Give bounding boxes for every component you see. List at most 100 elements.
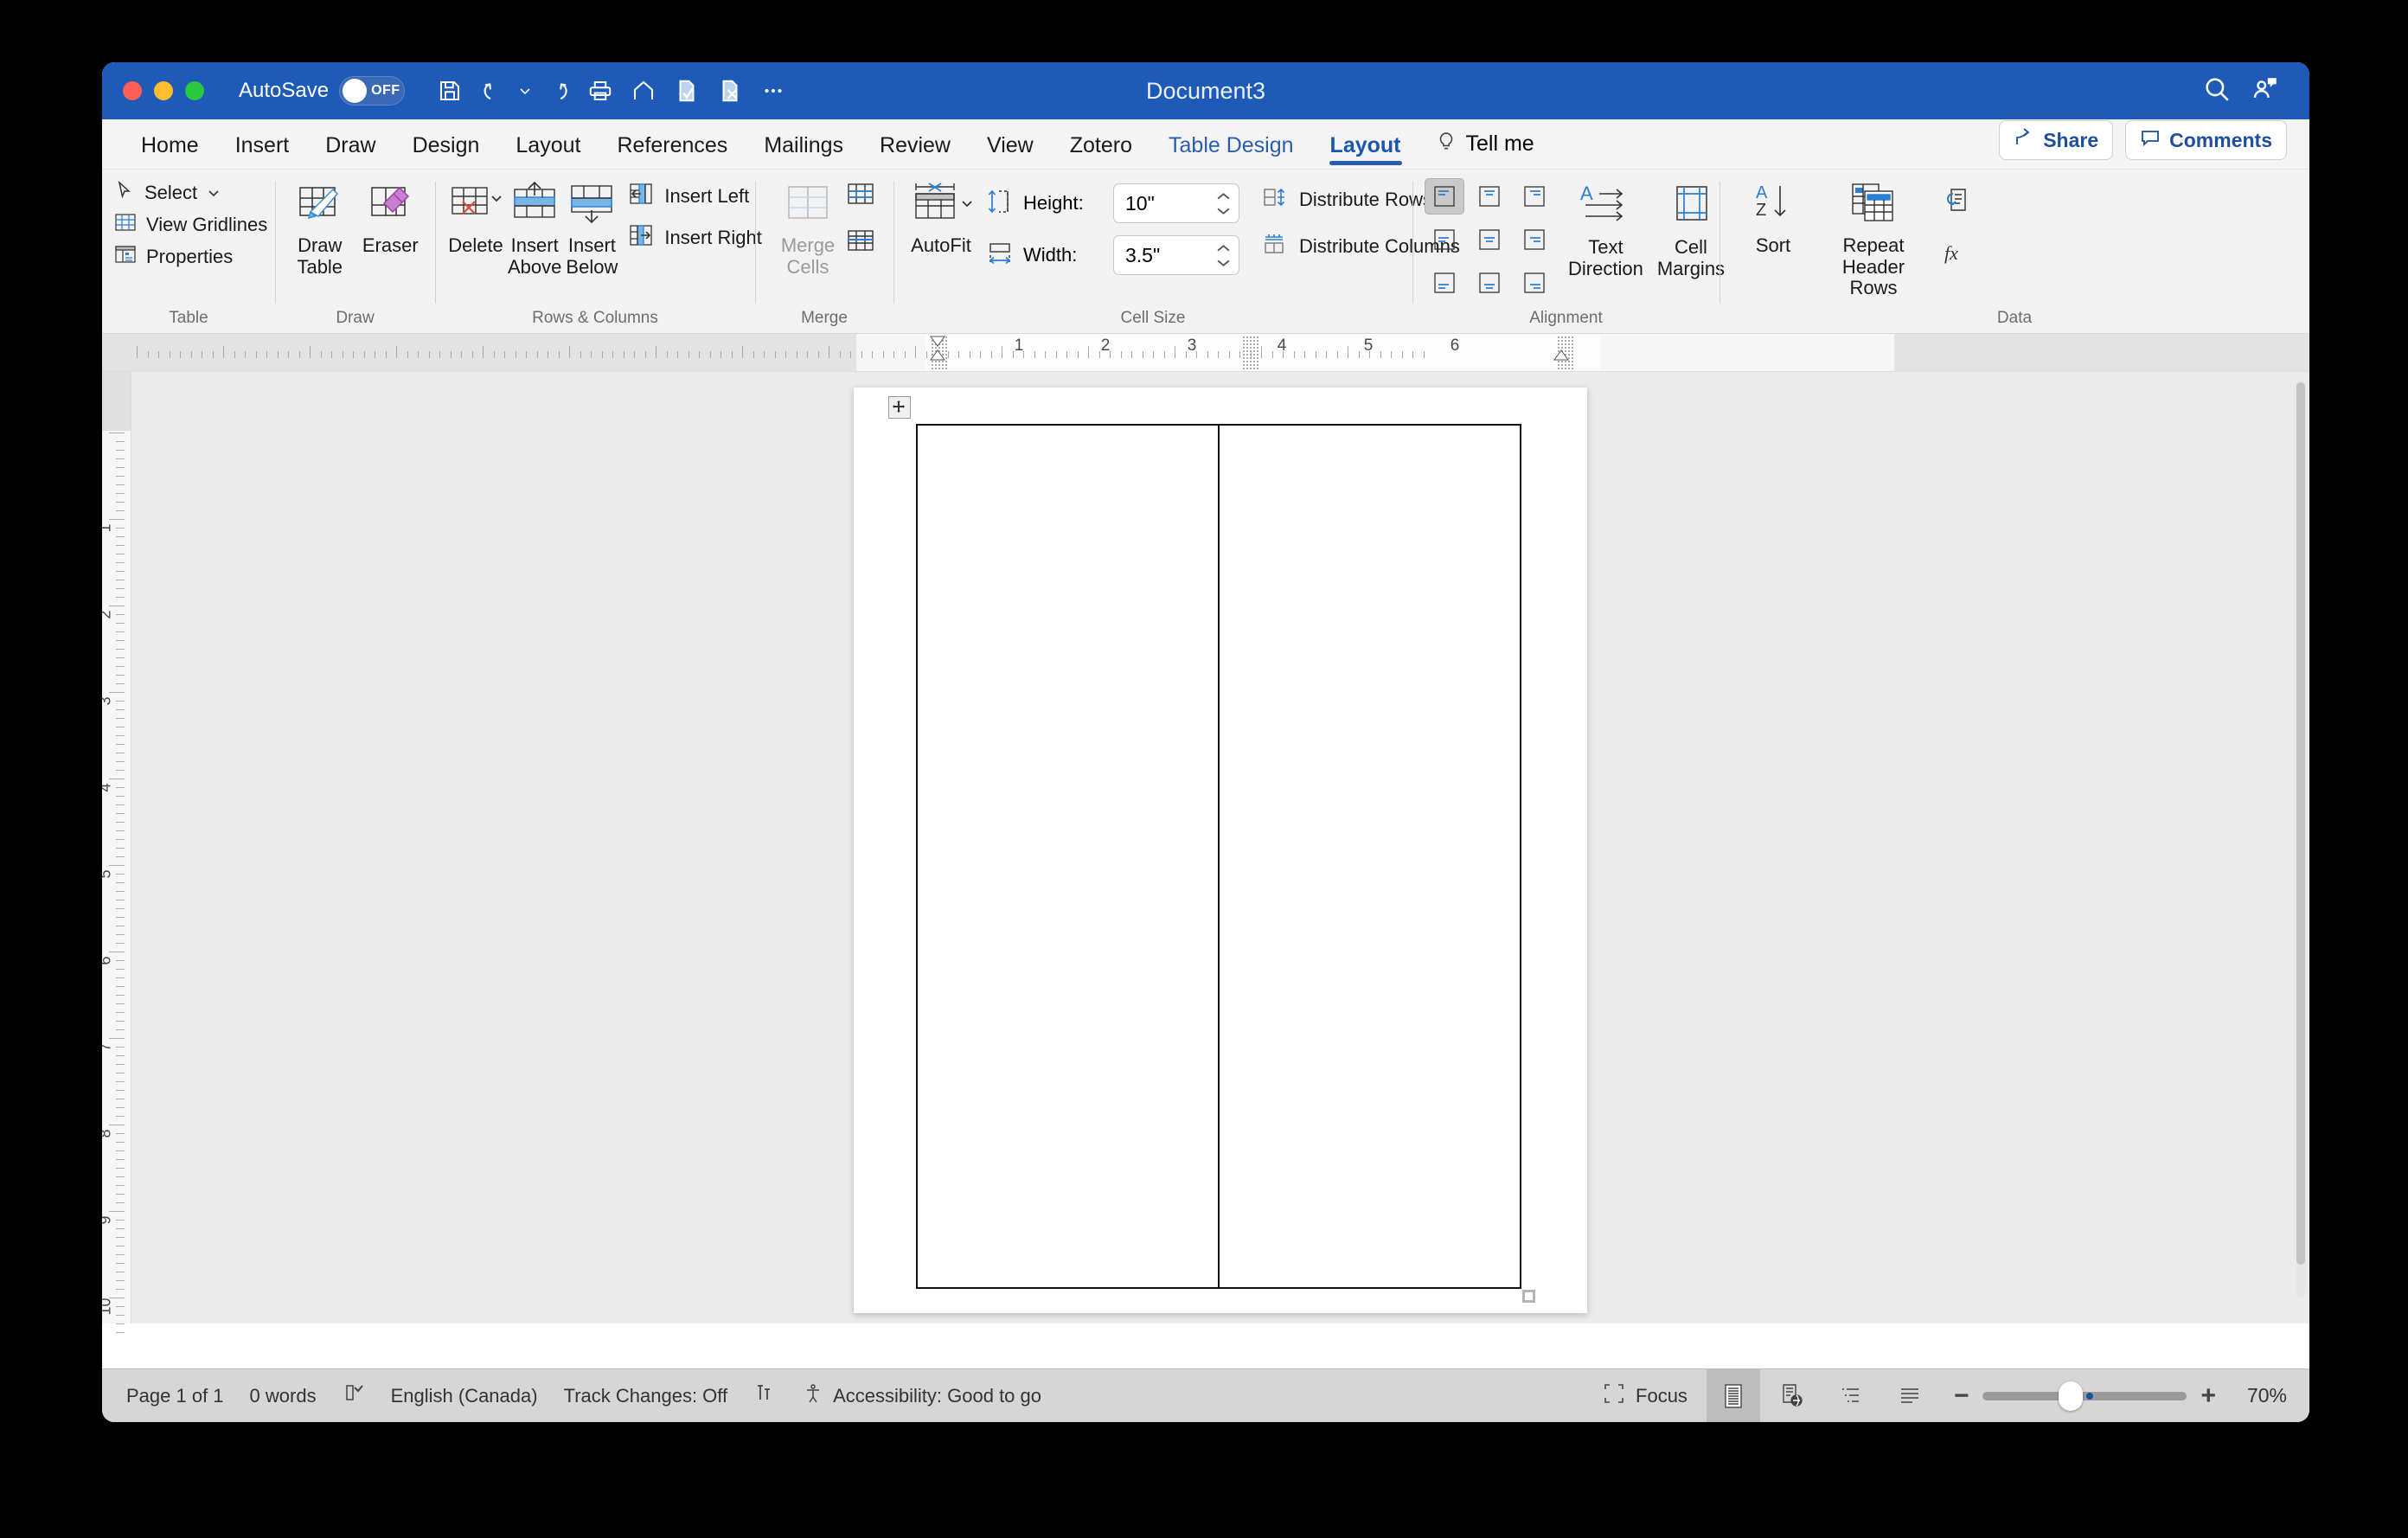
tab-layout[interactable]: Layout bbox=[497, 133, 599, 169]
document-canvas[interactable] bbox=[131, 372, 2309, 1323]
word-table[interactable] bbox=[916, 424, 1521, 1289]
table-cell-column-1[interactable] bbox=[918, 426, 1218, 1287]
align-middle-center-button[interactable] bbox=[1470, 221, 1509, 258]
tab-design[interactable]: Design bbox=[394, 133, 498, 169]
table-resize-handle[interactable] bbox=[1522, 1290, 1535, 1303]
sort-button[interactable]: A Z Sort bbox=[1739, 176, 1808, 257]
outline-view-button[interactable] bbox=[1824, 1369, 1878, 1423]
undo-icon[interactable] bbox=[474, 72, 512, 110]
print-layout-view-button[interactable] bbox=[1707, 1369, 1760, 1423]
align-middle-right-button[interactable] bbox=[1515, 221, 1554, 258]
zoom-in-button[interactable]: + bbox=[2200, 1381, 2216, 1411]
ruler-left-shade bbox=[102, 334, 856, 371]
document-page[interactable] bbox=[854, 388, 1587, 1313]
properties-button[interactable]: Properties bbox=[114, 244, 267, 270]
horizontal-ruler[interactable]: 1 2 3 4 5 6 bbox=[102, 334, 2309, 372]
tab-references[interactable]: References bbox=[599, 133, 746, 169]
autosave-control[interactable]: AutoSave OFF bbox=[239, 76, 405, 106]
autosave-toggle[interactable]: OFF bbox=[339, 76, 405, 106]
cell-height-input[interactable]: 10" bbox=[1113, 183, 1239, 223]
maximize-window-button[interactable] bbox=[185, 81, 204, 100]
properties-icon bbox=[114, 244, 137, 270]
share-button[interactable]: Share bbox=[1999, 120, 2113, 160]
accessibility-status[interactable]: Accessibility: Good to go bbox=[802, 1382, 1041, 1410]
minimize-window-button[interactable] bbox=[154, 81, 173, 100]
text-direction-button[interactable]: A Text Direction bbox=[1568, 178, 1643, 279]
web-layout-view-button[interactable] bbox=[1765, 1369, 1819, 1423]
focus-button[interactable]: Focus bbox=[1589, 1369, 1701, 1423]
select-menu[interactable]: Select bbox=[114, 180, 267, 206]
draw-table-button[interactable]: Draw Table bbox=[287, 176, 353, 278]
align-bottom-left-button[interactable] bbox=[1425, 265, 1464, 301]
tab-view[interactable]: View bbox=[969, 133, 1052, 169]
cell-height-stepper[interactable] bbox=[1216, 184, 1231, 222]
view-gridlines-button[interactable]: View Gridlines bbox=[114, 212, 267, 238]
merge-cells-button[interactable]: Merge Cells bbox=[773, 176, 842, 278]
cell-width-input[interactable]: 3.5" bbox=[1113, 235, 1239, 275]
zoom-slider-thumb[interactable] bbox=[2059, 1381, 2083, 1411]
reject-change-icon[interactable] bbox=[711, 72, 749, 110]
convert-to-text-button[interactable] bbox=[1943, 187, 1974, 218]
tab-draw[interactable]: Draw bbox=[307, 133, 394, 169]
accept-change-icon[interactable] bbox=[668, 72, 706, 110]
tab-home[interactable]: Home bbox=[123, 133, 217, 169]
table-container[interactable] bbox=[916, 424, 1521, 1289]
zoom-slider-track[interactable] bbox=[1982, 1392, 2187, 1400]
vertical-scrollbar[interactable] bbox=[2296, 381, 2306, 1298]
align-bottom-right-button[interactable] bbox=[1515, 265, 1554, 301]
insert-below-button[interactable]: Insert Below bbox=[565, 176, 618, 278]
tab-table-layout[interactable]: Layout bbox=[1312, 133, 1419, 169]
tab-zotero[interactable]: Zotero bbox=[1052, 133, 1150, 169]
redo-icon[interactable] bbox=[538, 72, 576, 110]
more-icon[interactable] bbox=[754, 72, 792, 110]
zoom-level-label[interactable]: 70% bbox=[2233, 1384, 2287, 1407]
vertical-ruler[interactable]: 12345678910 bbox=[102, 372, 131, 1323]
close-window-button[interactable] bbox=[123, 81, 142, 100]
track-changes-indicator[interactable]: Track Changes: Off bbox=[564, 1385, 728, 1407]
tab-mailings[interactable]: Mailings bbox=[746, 133, 861, 169]
align-bottom-center-button[interactable] bbox=[1470, 265, 1509, 301]
tell-me-control[interactable]: Tell me bbox=[1419, 130, 1550, 169]
search-icon[interactable] bbox=[2202, 74, 2232, 108]
proofing-icon[interactable] bbox=[343, 1382, 365, 1410]
save-icon[interactable] bbox=[431, 72, 469, 110]
formula-button[interactable]: fx bbox=[1943, 240, 1974, 272]
align-top-right-button[interactable] bbox=[1515, 178, 1554, 215]
focus-label: Focus bbox=[1636, 1385, 1688, 1407]
tab-review[interactable]: Review bbox=[861, 133, 969, 169]
track-changes-icon[interactable] bbox=[753, 1382, 776, 1410]
print-icon[interactable] bbox=[581, 72, 619, 110]
align-top-center-button[interactable] bbox=[1470, 178, 1509, 215]
vertical-scrollbar-thumb[interactable] bbox=[2296, 382, 2305, 1265]
page-indicator[interactable]: Page 1 of 1 bbox=[126, 1385, 224, 1407]
autofit-button[interactable]: AutoFit bbox=[906, 176, 977, 257]
insert-above-button[interactable]: Insert Above bbox=[508, 176, 561, 278]
eraser-button[interactable]: Eraser bbox=[358, 176, 424, 257]
insert-left-button[interactable]: Insert Left bbox=[627, 182, 762, 211]
split-table-button[interactable] bbox=[846, 228, 875, 258]
tab-insert[interactable]: Insert bbox=[217, 133, 308, 169]
table-cell-column-2[interactable] bbox=[1218, 426, 1520, 1287]
insert-right-button[interactable]: Insert Right bbox=[627, 223, 762, 253]
delete-button[interactable]: Delete bbox=[447, 176, 504, 257]
align-middle-left-button[interactable] bbox=[1425, 221, 1464, 258]
hanging-indent-marker[interactable] bbox=[928, 349, 947, 366]
zoom-out-button[interactable]: − bbox=[1954, 1381, 1969, 1411]
cell-width-stepper[interactable] bbox=[1216, 236, 1231, 274]
word-count[interactable]: 0 words bbox=[250, 1385, 317, 1407]
zoom-slider-control[interactable]: − + bbox=[1954, 1381, 2216, 1411]
home-icon[interactable] bbox=[624, 72, 663, 110]
cell-margins-button[interactable]: Cell Margins bbox=[1657, 178, 1725, 279]
collaborators-icon[interactable] bbox=[2251, 74, 2280, 108]
language-indicator[interactable]: English (Canada) bbox=[391, 1385, 538, 1407]
split-cells-button[interactable] bbox=[846, 182, 875, 211]
repeat-header-rows-button[interactable]: Repeat Header Rows bbox=[1816, 176, 1931, 299]
table-move-handle[interactable] bbox=[888, 396, 911, 419]
right-indent-marker[interactable] bbox=[1552, 349, 1571, 366]
insert-left-label: Insert Left bbox=[664, 185, 749, 208]
tab-table-design[interactable]: Table Design bbox=[1150, 133, 1312, 169]
comments-button[interactable]: Comments bbox=[2125, 120, 2287, 160]
align-top-left-button[interactable] bbox=[1425, 178, 1464, 215]
draft-view-button[interactable] bbox=[1883, 1369, 1937, 1423]
undo-dropdown-caret[interactable] bbox=[517, 84, 533, 98]
